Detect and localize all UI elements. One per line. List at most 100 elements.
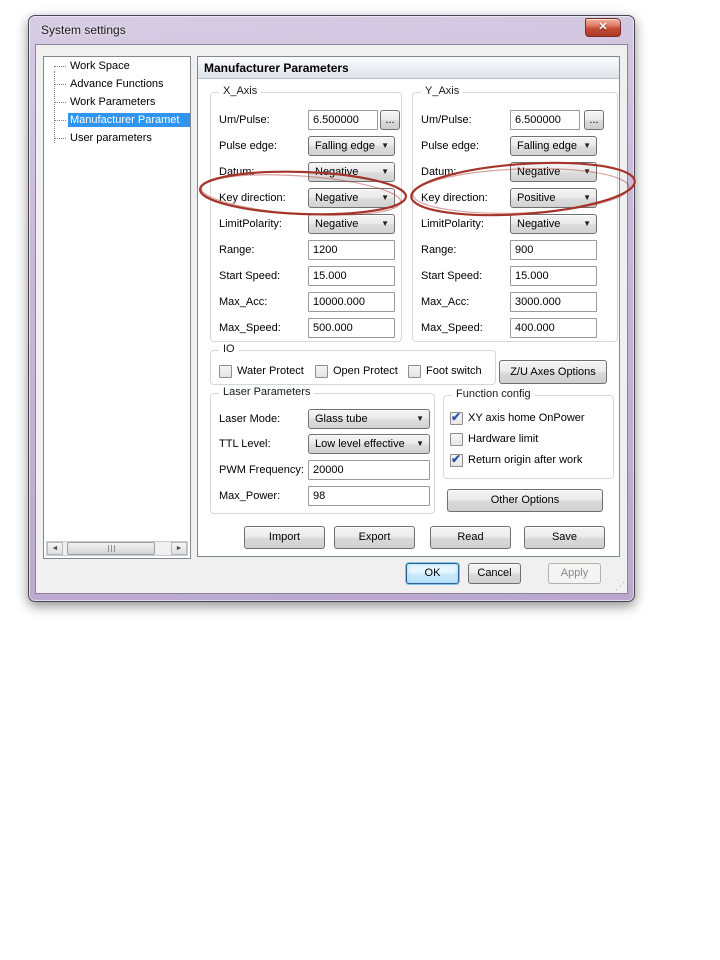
limit-polarity-label: LimitPolarity: [421, 214, 484, 234]
max-acc-label: Max_Acc: [219, 292, 267, 312]
cancel-button[interactable]: Cancel [468, 563, 521, 584]
checkbox-icon[interactable]: ✔ [450, 412, 463, 425]
resize-grip-icon[interactable]: ⋰ [615, 581, 625, 592]
x-pulse-edge-select[interactable]: Falling edge ▼ [308, 136, 395, 156]
function-config-group: Function config ✔ XY axis home OnPower ✔… [443, 395, 614, 479]
ok-button[interactable]: OK [406, 563, 459, 584]
scrollbar-track[interactable] [63, 542, 171, 555]
titlebar[interactable]: System settings ✕ [29, 16, 634, 44]
y-max-acc-input[interactable] [510, 292, 597, 312]
max-power-label: Max_Power: [219, 486, 280, 506]
datum-label: Datum: [219, 162, 254, 182]
x-max-acc-input[interactable] [308, 292, 395, 312]
checkbox-label: XY axis home OnPower [468, 412, 585, 424]
combo-value: Falling edge [315, 137, 375, 155]
y-pulse-edge-select[interactable]: Falling edge ▼ [510, 136, 597, 156]
checkbox-label: Hardware limit [468, 433, 538, 445]
checkbox-icon[interactable]: ✔ [408, 365, 421, 378]
start-speed-label: Start Speed: [219, 266, 280, 286]
settings-tree: Work Space Advance Functions Work Parame… [43, 56, 191, 559]
open-protect-checkbox[interactable]: ✔ Open Protect [315, 363, 398, 379]
range-label: Range: [421, 240, 456, 260]
checkbox-icon[interactable]: ✔ [315, 365, 328, 378]
ttl-level-select[interactable]: Low level effective ▼ [308, 434, 430, 454]
save-button[interactable]: Save [524, 526, 605, 549]
tree-connector [54, 138, 66, 139]
checkbox-label: Water Protect [237, 365, 304, 377]
x-um-pulse-browse-button[interactable]: ... [380, 110, 400, 130]
combo-value: Negative [517, 215, 560, 233]
sidebar-item-user-parameters[interactable]: User parameters [44, 129, 190, 147]
sidebar-item-work-space[interactable]: Work Space [44, 57, 190, 75]
checkbox-icon[interactable]: ✔ [450, 433, 463, 446]
y-max-speed-input[interactable] [510, 318, 597, 338]
group-title: IO [219, 343, 239, 355]
import-button[interactable]: Import [244, 526, 325, 549]
y-range-input[interactable] [510, 240, 597, 260]
foot-switch-checkbox[interactable]: ✔ Foot switch [408, 363, 482, 379]
y-um-pulse-browse-button[interactable]: ... [584, 110, 604, 130]
tree-item-label: User parameters [68, 131, 190, 145]
sidebar-item-manufacturer-parameters[interactable]: Manufacturer Paramet [44, 111, 190, 129]
checkbox-icon[interactable]: ✔ [219, 365, 232, 378]
limit-polarity-label: LimitPolarity: [219, 214, 282, 234]
max-power-input[interactable] [308, 486, 430, 506]
scroll-right-icon[interactable]: ► [171, 542, 187, 555]
combo-value: Negative [517, 163, 560, 181]
x-um-pulse-input[interactable] [308, 110, 378, 130]
max-acc-label: Max_Acc: [421, 292, 469, 312]
x-max-speed-input[interactable] [308, 318, 395, 338]
tree-horizontal-scrollbar[interactable]: ◄ ► [46, 541, 188, 556]
tree-item-label: Work Space [68, 59, 190, 73]
return-origin-checkbox[interactable]: ✔ Return origin after work [450, 452, 582, 468]
laser-mode-label: Laser Mode: [219, 409, 280, 429]
close-icon: ✕ [598, 21, 607, 33]
chevron-down-icon: ▼ [381, 163, 389, 181]
water-protect-checkbox[interactable]: ✔ Water Protect [219, 363, 304, 379]
y-datum-select[interactable]: Negative ▼ [510, 162, 597, 182]
y-um-pulse-input[interactable] [510, 110, 580, 130]
x-start-speed-input[interactable] [308, 266, 395, 286]
scroll-left-icon[interactable]: ◄ [47, 542, 63, 555]
tree-connector [54, 66, 66, 67]
laser-mode-select[interactable]: Glass tube ▼ [308, 409, 430, 429]
close-button[interactable]: ✕ [585, 18, 621, 37]
x-datum-select[interactable]: Negative ▼ [308, 162, 395, 182]
combo-value: Negative [315, 189, 358, 207]
start-speed-label: Start Speed: [421, 266, 482, 286]
read-button[interactable]: Read [430, 526, 511, 549]
chevron-down-icon: ▼ [583, 189, 591, 207]
combo-value: Negative [315, 163, 358, 181]
ttl-level-label: TTL Level: [219, 434, 271, 454]
export-button[interactable]: Export [334, 526, 415, 549]
laser-parameters-group: Laser Parameters Laser Mode: Glass tube … [210, 393, 435, 514]
chevron-down-icon: ▼ [583, 215, 591, 233]
y-start-speed-input[interactable] [510, 266, 597, 286]
checkbox-icon[interactable]: ✔ [450, 454, 463, 467]
sidebar-item-advance-functions[interactable]: Advance Functions [44, 75, 190, 93]
other-options-button[interactable]: Other Options [447, 489, 603, 512]
hardware-limit-checkbox[interactable]: ✔ Hardware limit [450, 431, 538, 447]
tree-item-label: Advance Functions [68, 77, 190, 91]
xy-home-onpower-checkbox[interactable]: ✔ XY axis home OnPower [450, 410, 585, 426]
pulse-edge-label: Pulse edge: [421, 136, 479, 156]
window-title: System settings [41, 23, 126, 37]
y-key-direction-select[interactable]: Positive ▼ [510, 188, 597, 208]
group-title: X_Axis [219, 85, 261, 97]
system-settings-dialog: System settings ✕ Work Space Advance Fun… [28, 15, 635, 602]
combo-value: Glass tube [315, 410, 368, 428]
x-range-input[interactable] [308, 240, 395, 260]
x-limit-polarity-select[interactable]: Negative ▼ [308, 214, 395, 234]
y-axis-group: Y_Axis Um/Pulse: ... Pulse edge: Falling… [412, 92, 618, 342]
x-key-direction-select[interactable]: Negative ▼ [308, 188, 395, 208]
combo-value: Negative [315, 215, 358, 233]
group-title: Laser Parameters [219, 386, 314, 398]
pwm-frequency-input[interactable] [308, 460, 430, 480]
chevron-down-icon: ▼ [583, 163, 591, 181]
um-pulse-label: Um/Pulse: [421, 110, 472, 130]
y-limit-polarity-select[interactable]: Negative ▼ [510, 214, 597, 234]
um-pulse-label: Um/Pulse: [219, 110, 270, 130]
scrollbar-thumb[interactable] [67, 542, 155, 555]
zu-axes-options-button[interactable]: Z/U Axes Options [499, 360, 607, 384]
sidebar-item-work-parameters[interactable]: Work Parameters [44, 93, 190, 111]
